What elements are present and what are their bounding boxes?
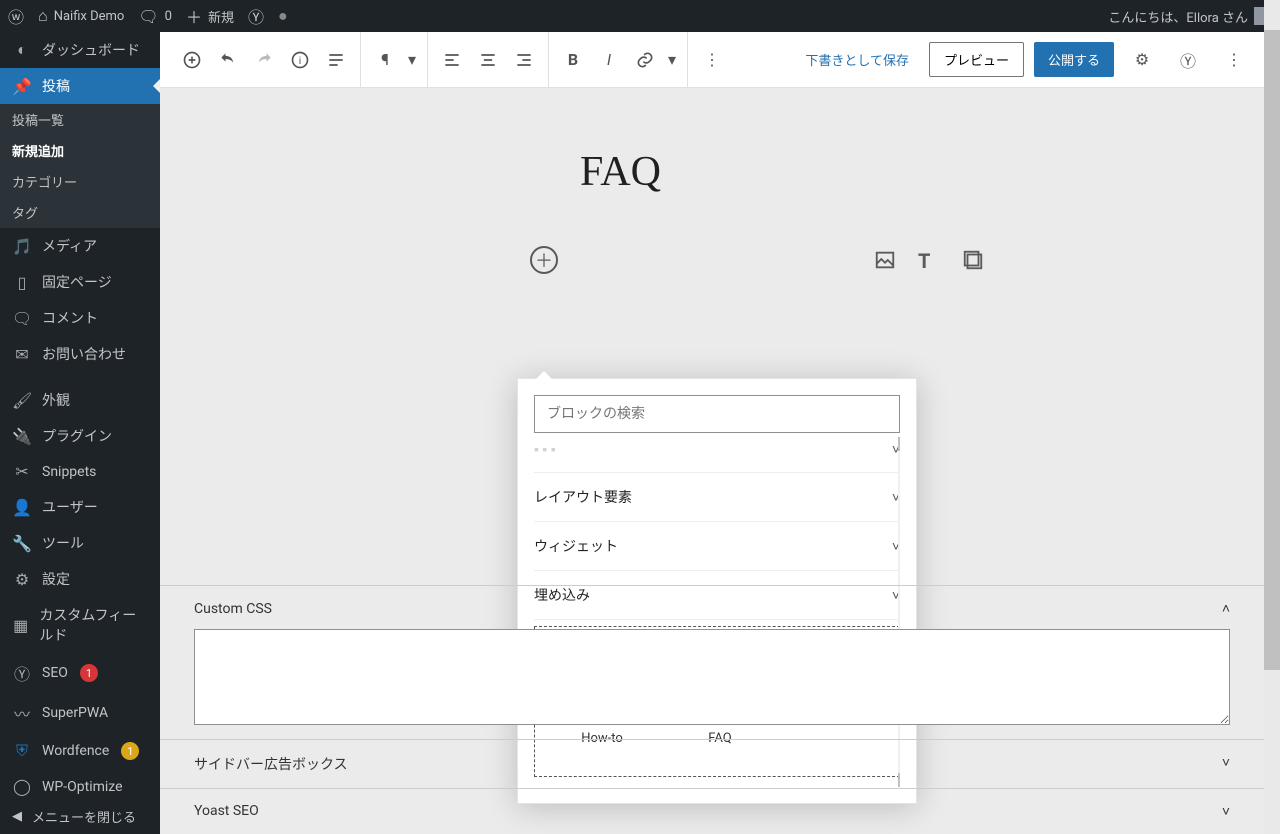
page-icon: ▯	[12, 273, 32, 292]
bold-button[interactable]: B	[555, 42, 591, 78]
heading-block-shortcut[interactable]: T	[918, 249, 940, 271]
category-layout[interactable]: レイアウト要素˅	[534, 473, 900, 522]
italic-button[interactable]: I	[591, 42, 627, 78]
sidebar-item-comments[interactable]: 🗨コメント	[0, 300, 160, 336]
chevron-up-icon[interactable]: ˄	[1222, 600, 1230, 617]
sidebar-item-posts[interactable]: 📌投稿	[0, 68, 160, 104]
brush-icon: 🖌	[12, 391, 32, 410]
pin-icon: 📌	[12, 77, 32, 96]
add-block-button[interactable]	[174, 42, 210, 78]
seo-badge: 1	[80, 664, 98, 682]
editor-frame: i ¶ ▾ B I ▾ ⋮ 下書きとして保存 プレビュー 公開する ⚙ Ⓨ ⋮	[160, 32, 1264, 834]
align-center-button[interactable]	[470, 42, 506, 78]
admin-bar: ⓦ ⌂Naifix Demo 🗨0 ＋新規 Ⓨ ● こんにちは、Ellora さ…	[0, 0, 1280, 32]
user-icon: 👤	[12, 498, 32, 517]
category-widgets[interactable]: ウィジェット˅	[534, 522, 900, 571]
sidebar-item-users[interactable]: 👤ユーザー	[0, 489, 160, 525]
chevron-down-icon: ˅	[1222, 803, 1230, 820]
align-right-button[interactable]	[506, 42, 542, 78]
paragraph-button[interactable]: ¶	[367, 42, 403, 78]
submenu-tags[interactable]: タグ	[0, 197, 160, 228]
block-search-input[interactable]	[534, 395, 900, 433]
more-format-dropdown[interactable]: ▾	[663, 42, 681, 78]
category-row-partial[interactable]: ▪ ▪ ▪˅	[534, 437, 900, 473]
sidebar-item-seo[interactable]: ⓎSEO1	[0, 653, 160, 693]
post-title[interactable]: FAQ	[580, 148, 1264, 196]
comment-icon: 🗨	[12, 309, 32, 328]
new-label: 新規	[208, 7, 234, 26]
dashboard-icon: ◐	[12, 40, 32, 60]
comments-count: 0	[165, 9, 172, 24]
block-more-button[interactable]: ⋮	[694, 42, 730, 78]
submenu-new-post[interactable]: 新規追加	[0, 135, 160, 166]
chevron-down-icon: ˅	[1222, 754, 1230, 771]
yoast-icon: Ⓨ	[12, 661, 32, 685]
redo-button[interactable]	[246, 42, 282, 78]
editor-toolbar: i ¶ ▾ B I ▾ ⋮ 下書きとして保存 プレビュー 公開する ⚙ Ⓨ ⋮	[160, 32, 1264, 88]
optimize-icon: ◯	[12, 777, 32, 796]
image-block-shortcut[interactable]	[874, 249, 896, 271]
site-home-link[interactable]: ⌂Naifix Demo	[38, 6, 124, 26]
sidebar-item-appearance[interactable]: 🖌外観	[0, 382, 160, 418]
save-draft-button[interactable]: 下書きとして保存	[795, 44, 919, 75]
site-title: Naifix Demo	[54, 9, 125, 24]
collapse-menu-button[interactable]: ◀メニューを閉じる	[0, 799, 160, 834]
sidebar-item-dashboard[interactable]: ◐ダッシュボード	[0, 32, 160, 68]
submenu-categories[interactable]: カテゴリー	[0, 166, 160, 197]
sidebar-item-wordfence[interactable]: ⛨Wordfence1	[0, 733, 160, 769]
mail-icon: ✉	[12, 345, 32, 364]
sidebar-item-superpwa[interactable]: 〰SuperPWA	[0, 693, 160, 733]
posts-submenu: 投稿一覧 新規追加 カテゴリー タグ	[0, 104, 160, 228]
settings-gear-button[interactable]: ⚙	[1124, 42, 1160, 78]
shield-icon: ⛨	[12, 741, 32, 761]
undo-button[interactable]	[210, 42, 246, 78]
svg-text:i: i	[299, 56, 301, 67]
admin-sidebar: ◐ダッシュボード 📌投稿 投稿一覧 新規追加 カテゴリー タグ 🎵メディア ▯固…	[0, 32, 160, 834]
custom-css-textarea[interactable]	[194, 629, 1230, 725]
meta-panel-sidebar-ad[interactable]: サイドバー広告ボックス˅	[160, 739, 1264, 788]
wrench-icon: 🔧	[12, 534, 32, 553]
editor-canvas: FAQ ＋ T ▪ ▪ ▪˅ レイアウト要素˅ ウィジェット˅ 埋め込み˅ Yo…	[160, 88, 1264, 834]
page-scrollbar[interactable]	[1264, 0, 1280, 834]
sidebar-item-snippets[interactable]: ✂Snippets	[0, 454, 160, 489]
sidebar-item-contact[interactable]: ✉お問い合わせ	[0, 336, 160, 372]
meta-panel-yoast-seo[interactable]: Yoast SEO˅	[160, 788, 1264, 834]
sidebar-item-plugins[interactable]: 🔌プラグイン	[0, 418, 160, 454]
yoast-adminbar-icon[interactable]: Ⓨ	[248, 4, 264, 28]
sliders-icon: ⚙	[12, 570, 32, 589]
pwa-icon: 〰	[12, 701, 32, 725]
gallery-block-shortcut[interactable]	[962, 249, 984, 271]
align-left-button[interactable]	[434, 42, 470, 78]
sidebar-item-pages[interactable]: ▯固定ページ	[0, 264, 160, 300]
user-greeting[interactable]: こんにちは、Ellora さん	[1108, 7, 1272, 26]
adminbar-dot-icon[interactable]: ●	[278, 6, 288, 26]
meta-panel-custom-css: Custom CSS ˄	[160, 585, 1264, 739]
wp-logo-icon[interactable]: ⓦ	[8, 4, 24, 28]
fields-icon: ▦	[12, 616, 29, 635]
scissors-icon: ✂	[12, 462, 32, 481]
sidebar-item-custom-fields[interactable]: ▦カスタムフィールド	[0, 597, 160, 653]
comments-link[interactable]: 🗨0	[138, 7, 172, 26]
paragraph-dropdown[interactable]: ▾	[403, 42, 421, 78]
media-icon: 🎵	[12, 237, 32, 256]
preview-button[interactable]: プレビュー	[929, 42, 1024, 77]
sidebar-item-settings[interactable]: ⚙設定	[0, 561, 160, 597]
info-button[interactable]: i	[282, 42, 318, 78]
link-button[interactable]	[627, 42, 663, 78]
sidebar-item-media[interactable]: 🎵メディア	[0, 228, 160, 264]
plugin-icon: 🔌	[12, 427, 32, 446]
collapse-icon: ◀	[12, 809, 22, 824]
new-content-link[interactable]: ＋新規	[186, 4, 234, 28]
sidebar-item-tools[interactable]: 🔧ツール	[0, 525, 160, 561]
yoast-panel-button[interactable]: Ⓨ	[1170, 42, 1206, 78]
submenu-all-posts[interactable]: 投稿一覧	[0, 104, 160, 135]
inline-add-block-button[interactable]: ＋	[530, 246, 558, 274]
panel-title-custom-css: Custom CSS	[194, 601, 272, 617]
publish-button[interactable]: 公開する	[1034, 42, 1114, 77]
wordfence-badge: 1	[121, 742, 139, 760]
editor-more-button[interactable]: ⋮	[1216, 42, 1252, 78]
outline-button[interactable]	[318, 42, 354, 78]
